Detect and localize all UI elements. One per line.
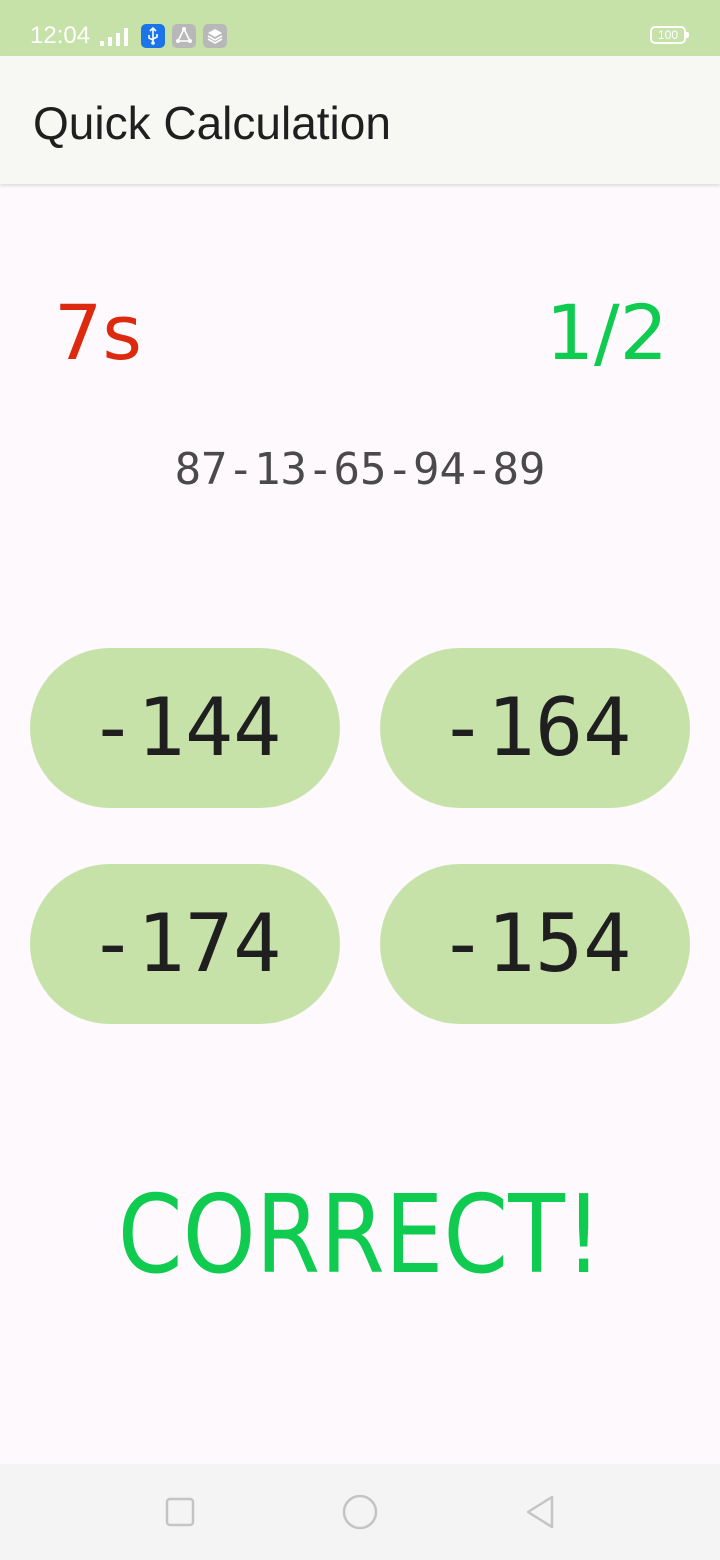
timer-label: 7s bbox=[54, 288, 142, 377]
navigation-bar bbox=[0, 1464, 720, 1560]
battery-icon: 100 bbox=[650, 26, 689, 44]
app-title: Quick Calculation bbox=[33, 97, 391, 149]
layers-icon bbox=[203, 24, 227, 48]
signal-icon bbox=[100, 28, 128, 46]
share-icon bbox=[172, 24, 196, 48]
answer-button-4[interactable]: -154 bbox=[380, 864, 690, 1024]
question-progress: 1/2 bbox=[545, 288, 668, 377]
recents-icon[interactable] bbox=[160, 1492, 200, 1532]
usb-icon bbox=[141, 24, 165, 48]
status-bar: 12:04 100 bbox=[0, 0, 720, 56]
answer-button-1[interactable]: -144 bbox=[30, 648, 340, 808]
result-message: CORRECT! bbox=[117, 1173, 603, 1298]
app-bar: Quick Calculation bbox=[0, 56, 720, 184]
back-icon[interactable] bbox=[520, 1492, 560, 1532]
home-icon[interactable] bbox=[340, 1492, 380, 1532]
status-time: 12:04 bbox=[30, 22, 91, 49]
answer-button-3[interactable]: -174 bbox=[30, 864, 340, 1024]
math-question: 87-13-65-94-89 bbox=[174, 444, 546, 495]
answer-button-2[interactable]: -164 bbox=[380, 648, 690, 808]
